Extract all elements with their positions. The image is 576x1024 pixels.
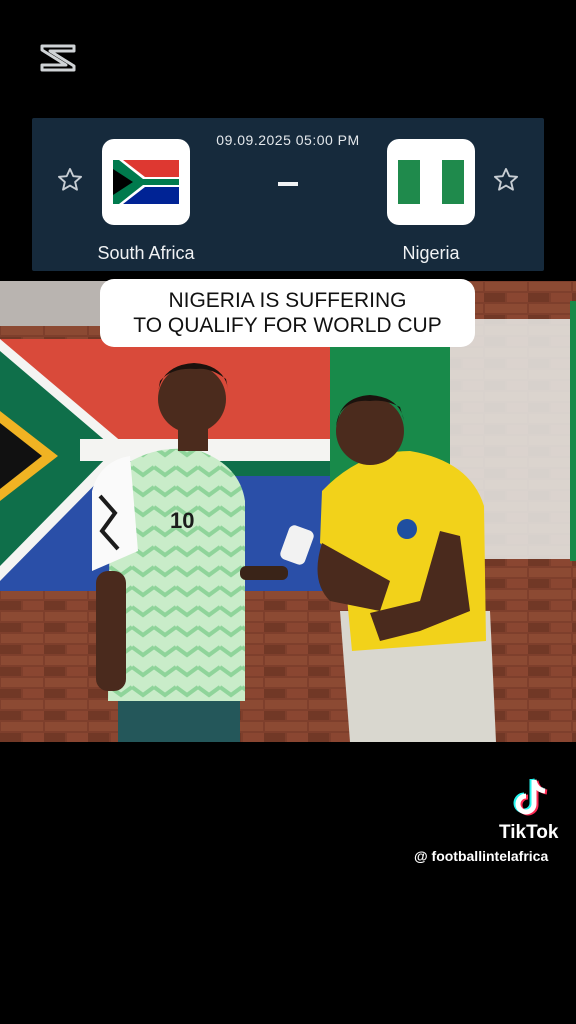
caption-line-1: NIGERIA IS SUFFERING bbox=[168, 289, 407, 312]
tiktok-watermark-name: TikTok bbox=[499, 822, 559, 843]
away-team-flag[interactable] bbox=[387, 139, 475, 225]
south-africa-flag-icon bbox=[113, 160, 179, 204]
home-team-name: South Africa bbox=[97, 243, 195, 263]
tiktok-icon bbox=[513, 778, 548, 816]
star-icon[interactable] bbox=[492, 166, 520, 194]
star-icon[interactable] bbox=[56, 166, 84, 194]
match-score-card[interactable]: 09.09.2025 05:00 PM South Africa Nigeria bbox=[32, 118, 544, 271]
jersey-number: 10 bbox=[170, 508, 194, 533]
video-caption: NIGERIA IS SUFFERING TO QUALIFY FOR WORL… bbox=[100, 279, 475, 347]
nigeria-flag-icon bbox=[398, 160, 464, 204]
caption-line-2: TO QUALIFY FOR WORLD CUP bbox=[133, 314, 442, 337]
capcut-icon bbox=[40, 44, 76, 72]
video-frame[interactable]: 10 bbox=[0, 281, 576, 742]
interview-scene: 10 bbox=[0, 281, 576, 742]
home-team-flag[interactable] bbox=[102, 139, 190, 225]
away-team-name: Nigeria bbox=[402, 243, 460, 263]
tiktok-watermark-handle: @ footballintelafrica bbox=[414, 848, 549, 864]
score-separator bbox=[278, 182, 298, 186]
